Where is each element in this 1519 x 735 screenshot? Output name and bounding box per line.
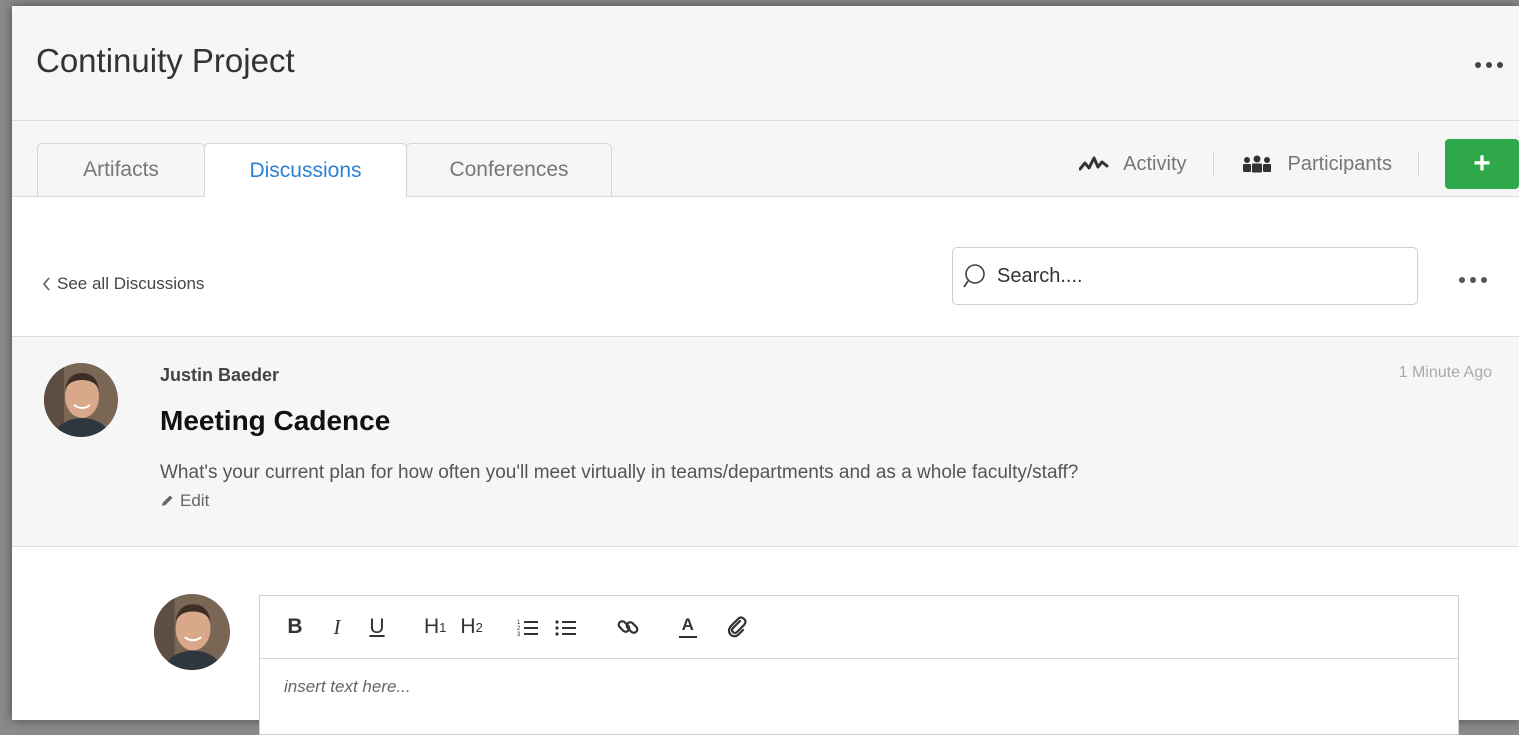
activity-label: Activity	[1123, 152, 1187, 175]
pencil-icon	[162, 495, 173, 506]
participants-label: Participants	[1287, 152, 1393, 175]
see-all-discussions-link[interactable]: See all Discussions	[42, 274, 204, 294]
post-title: Meeting Cadence	[160, 405, 391, 436]
add-button[interactable]: +	[1445, 139, 1519, 189]
post-timestamp: 1 Minute Ago	[1398, 364, 1492, 381]
editor-toolbar: B I U H1 H2 123 A	[260, 596, 1458, 659]
avatar	[154, 594, 230, 670]
avatar	[44, 363, 118, 437]
link-icon[interactable]	[617, 612, 639, 642]
header-bar: Continuity Project	[12, 6, 1519, 121]
tab-discussions[interactable]: Discussions	[204, 143, 407, 197]
paperclip-icon[interactable]	[727, 612, 747, 642]
rich-text-editor: B I U H1 H2 123 A insert text here...	[259, 595, 1459, 735]
activity-link[interactable]: Activity	[1079, 152, 1187, 176]
participants-icon	[1242, 155, 1271, 173]
discussion-post: Justin Baeder 1 Minute Ago Meeting Caden…	[12, 337, 1519, 547]
tab-artifacts[interactable]: Artifacts	[37, 143, 205, 196]
tab-bar: Artifacts Discussions Conferences Activi…	[12, 121, 1519, 197]
participants-link[interactable]: Participants	[1240, 152, 1393, 176]
search-input[interactable]	[995, 263, 1399, 289]
back-label: See all Discussions	[57, 274, 205, 293]
bold-icon[interactable]: B	[284, 612, 306, 642]
heading-2-icon[interactable]: H2	[460, 612, 482, 642]
svg-text:3: 3	[517, 632, 521, 637]
underline-icon[interactable]: U	[366, 612, 388, 642]
bullet-list-icon[interactable]	[555, 612, 577, 642]
divider	[1418, 151, 1419, 177]
italic-icon[interactable]: I	[326, 612, 348, 642]
ordered-list-icon[interactable]: 123	[517, 612, 539, 642]
text-color-icon[interactable]: A	[678, 612, 697, 642]
chevron-left-icon	[43, 277, 50, 291]
post-body: What's your current plan for how often y…	[160, 462, 1079, 483]
editor-input[interactable]: insert text here...	[260, 659, 1458, 715]
divider	[1212, 151, 1214, 177]
activity-icon	[1079, 156, 1109, 171]
post-author: Justin Baeder	[160, 365, 280, 385]
more-options-icon[interactable]	[1475, 62, 1503, 68]
search-box	[952, 247, 1418, 305]
search-icon	[963, 264, 985, 288]
tab-conferences[interactable]: Conferences	[406, 143, 612, 196]
heading-1-icon[interactable]: H1	[424, 612, 446, 642]
more-options-icon[interactable]	[1459, 277, 1487, 283]
page-title: Continuity Project	[36, 42, 295, 79]
edit-label: Edit	[180, 491, 210, 510]
right-nav: Activity Participants +	[1079, 139, 1519, 189]
edit-link[interactable]: Edit	[160, 491, 209, 511]
discussion-toolbar: See all Discussions	[12, 197, 1519, 337]
